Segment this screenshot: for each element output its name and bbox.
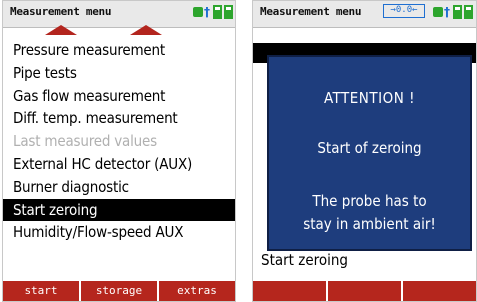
menu-item[interactable]: Burner diagnostic	[3, 176, 235, 199]
menu-item: Last measured values	[13, 132, 157, 151]
power-plug-icon	[193, 7, 203, 17]
menu-item[interactable]: Pipe tests	[3, 62, 235, 85]
softkey-blank[interactable]	[253, 281, 326, 301]
softkey-bar: start storage extras	[3, 281, 235, 301]
right-device-screen: Measurement menu →0.0← † Start zeroing A…	[252, 0, 477, 302]
dialog-title: ATTENTION !	[323, 89, 416, 107]
softkey-extras[interactable]: extras	[157, 281, 235, 301]
bluetooth-icon: †	[444, 5, 450, 19]
scroll-right-indicator	[130, 25, 162, 35]
status-icons: †	[193, 5, 235, 21]
left-device-screen: Measurement menu † Pressure measurement P…	[2, 0, 236, 302]
battery-icon	[224, 5, 233, 19]
menu-item[interactable]: Pressure measurement	[3, 39, 235, 62]
softkey-storage[interactable]: storage	[79, 281, 157, 301]
zero-indicator-badge: →0.0←	[383, 4, 425, 18]
menu-item[interactable]: Humidity/Flow-speed AUX	[3, 221, 235, 244]
bluetooth-icon: †	[204, 5, 210, 19]
background-menu-item: Start zeroing	[261, 251, 348, 269]
screen-title: Measurement menu	[260, 5, 362, 18]
measurement-menu-list: Pressure measurement Pipe tests Gas flow m…	[3, 39, 235, 244]
menu-item[interactable]: Diff. temp. measurement	[3, 107, 235, 130]
softkey-blank[interactable]	[401, 281, 476, 301]
title-bar: Measurement menu †	[3, 1, 235, 28]
battery-icon	[453, 5, 462, 19]
softkey-bar	[253, 281, 476, 301]
menu-item[interactable]: Gas flow measurement	[3, 85, 235, 108]
dialog-instruction: The probe has to stay in ambient air!	[269, 190, 470, 236]
softkey-blank[interactable]	[326, 281, 401, 301]
dialog-instruction-line: stay in ambient air!	[303, 215, 436, 233]
battery-icon	[213, 5, 222, 19]
dialog-message: Start of zeroing	[317, 139, 422, 157]
battery-icon	[464, 5, 473, 19]
attention-dialog: ATTENTION ! Start of zeroing The probe h…	[267, 55, 472, 251]
power-plug-icon	[433, 7, 443, 17]
status-icons: †	[433, 5, 475, 21]
screen-title: Measurement menu	[10, 5, 112, 18]
softkey-start[interactable]: start	[3, 281, 79, 301]
menu-item[interactable]: External HC detector (AUX)	[3, 153, 235, 176]
scroll-left-indicator	[45, 25, 77, 35]
menu-item[interactable]: Start zeroing	[3, 198, 235, 222]
title-bar: Measurement menu →0.0← †	[253, 1, 476, 28]
dialog-instruction-line: The probe has to	[312, 192, 427, 210]
